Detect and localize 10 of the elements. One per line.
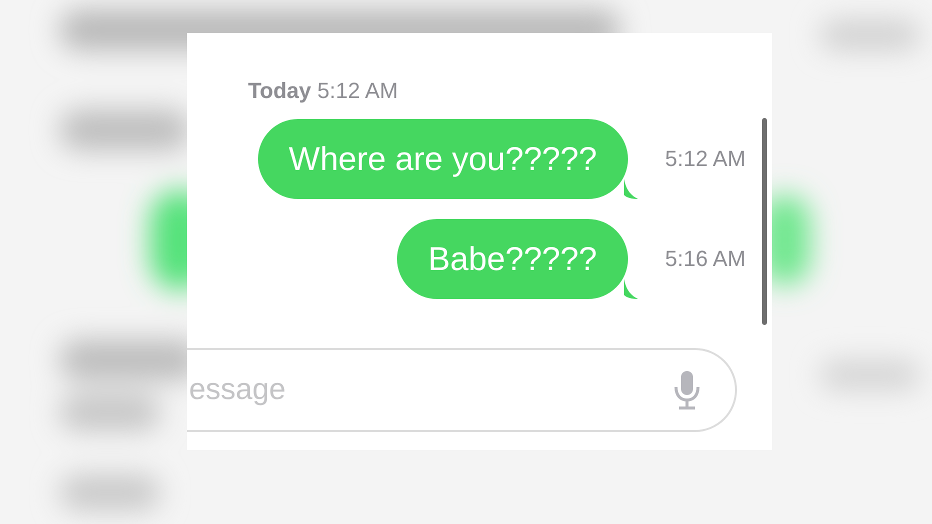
message-bubble: Where are you?????: [258, 119, 628, 199]
bubble-tail-icon: [624, 179, 638, 199]
message-time: 5:12 AM: [665, 146, 746, 172]
message-field[interactable]: essage: [187, 348, 737, 432]
bubble-tail-icon: [624, 279, 638, 299]
microphone-icon[interactable]: [673, 370, 701, 410]
scrollbar[interactable]: [762, 118, 767, 325]
date-timestamp: Today 5:12 AM: [248, 77, 398, 105]
message-bubble: Babe?????: [397, 219, 628, 299]
message-time: 5:16 AM: [665, 246, 746, 272]
